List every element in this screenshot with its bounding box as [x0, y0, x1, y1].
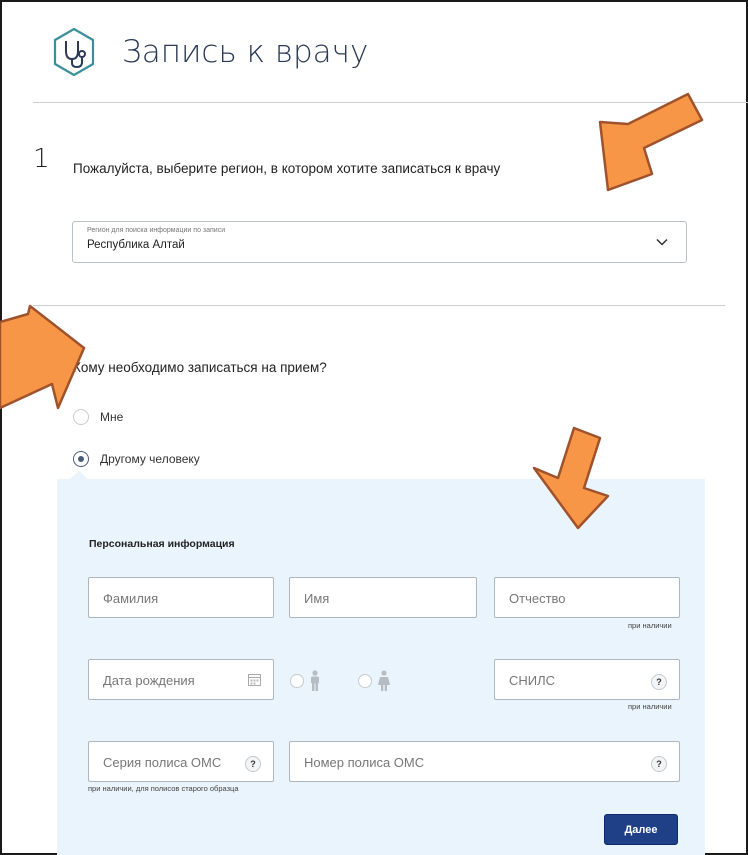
policy-number-placeholder: Номер полиса ОМС	[304, 755, 425, 770]
who-question: Кому необходимо записаться на прием?	[73, 360, 327, 375]
section-divider	[33, 305, 725, 306]
snils-hint: при наличии	[628, 702, 672, 711]
male-icon	[311, 670, 319, 691]
last-name-placeholder: Фамилия	[103, 591, 159, 606]
last-name-input[interactable]: Фамилия	[88, 577, 274, 618]
policy-series-placeholder: Серия полиса ОМС	[103, 755, 222, 770]
first-name-placeholder: Имя	[304, 591, 330, 606]
radio-label-me: Мне	[100, 410, 124, 424]
radio-button-selected[interactable]	[73, 451, 89, 467]
radio-label-other-person: Другому человеку	[100, 452, 200, 466]
policy-series-hint: при наличии, для полисов старого образца	[88, 784, 239, 793]
help-icon[interactable]: ?	[651, 674, 667, 690]
female-icon	[378, 670, 390, 691]
panel-pointer	[70, 471, 88, 479]
gender-male-option[interactable]	[290, 670, 322, 692]
personal-info-title: Персональная информация	[89, 538, 235, 550]
patronymic-input[interactable]: Отчество	[494, 577, 680, 618]
gender-female-option[interactable]	[358, 670, 392, 692]
snils-input[interactable]: СНИЛС ?	[494, 659, 680, 700]
policy-series-input[interactable]: Серия полиса ОМС ?	[88, 741, 274, 782]
help-icon[interactable]: ?	[245, 756, 261, 772]
help-icon[interactable]: ?	[651, 756, 667, 772]
annotation-arrow-icon	[598, 92, 704, 192]
page-header: Запись к врачу	[48, 22, 368, 82]
radio-button[interactable]	[358, 674, 372, 688]
patronymic-placeholder: Отчество	[509, 591, 566, 606]
step-number: 1	[33, 144, 50, 174]
page-title: Запись к врачу	[122, 34, 369, 70]
patronymic-hint: при наличии	[628, 621, 672, 630]
region-select-value: Республика Алтай	[87, 239, 185, 251]
snils-placeholder: СНИЛС	[509, 673, 556, 688]
radio-option-other-person[interactable]: Другому человеку	[73, 451, 200, 467]
region-select[interactable]: Регион для поиска информации по записи Р…	[72, 221, 687, 263]
annotation-arrow-icon	[0, 304, 86, 410]
birth-date-input[interactable]: Дата рождения	[88, 659, 274, 700]
region-question: Пожалуйста, выберите регион, в котором х…	[73, 161, 501, 176]
birth-date-placeholder: Дата рождения	[103, 673, 195, 688]
first-name-input[interactable]: Имя	[289, 577, 477, 618]
calendar-icon[interactable]	[248, 673, 261, 686]
region-select-label: Регион для поиска информации по записи	[87, 227, 226, 234]
stethoscope-icon	[53, 27, 95, 77]
next-button[interactable]: Далее	[604, 814, 678, 845]
annotation-arrow-icon	[532, 426, 610, 530]
policy-number-input[interactable]: Номер полиса ОМС ?	[289, 741, 680, 782]
chevron-down-icon	[656, 238, 668, 246]
radio-button[interactable]	[290, 674, 304, 688]
